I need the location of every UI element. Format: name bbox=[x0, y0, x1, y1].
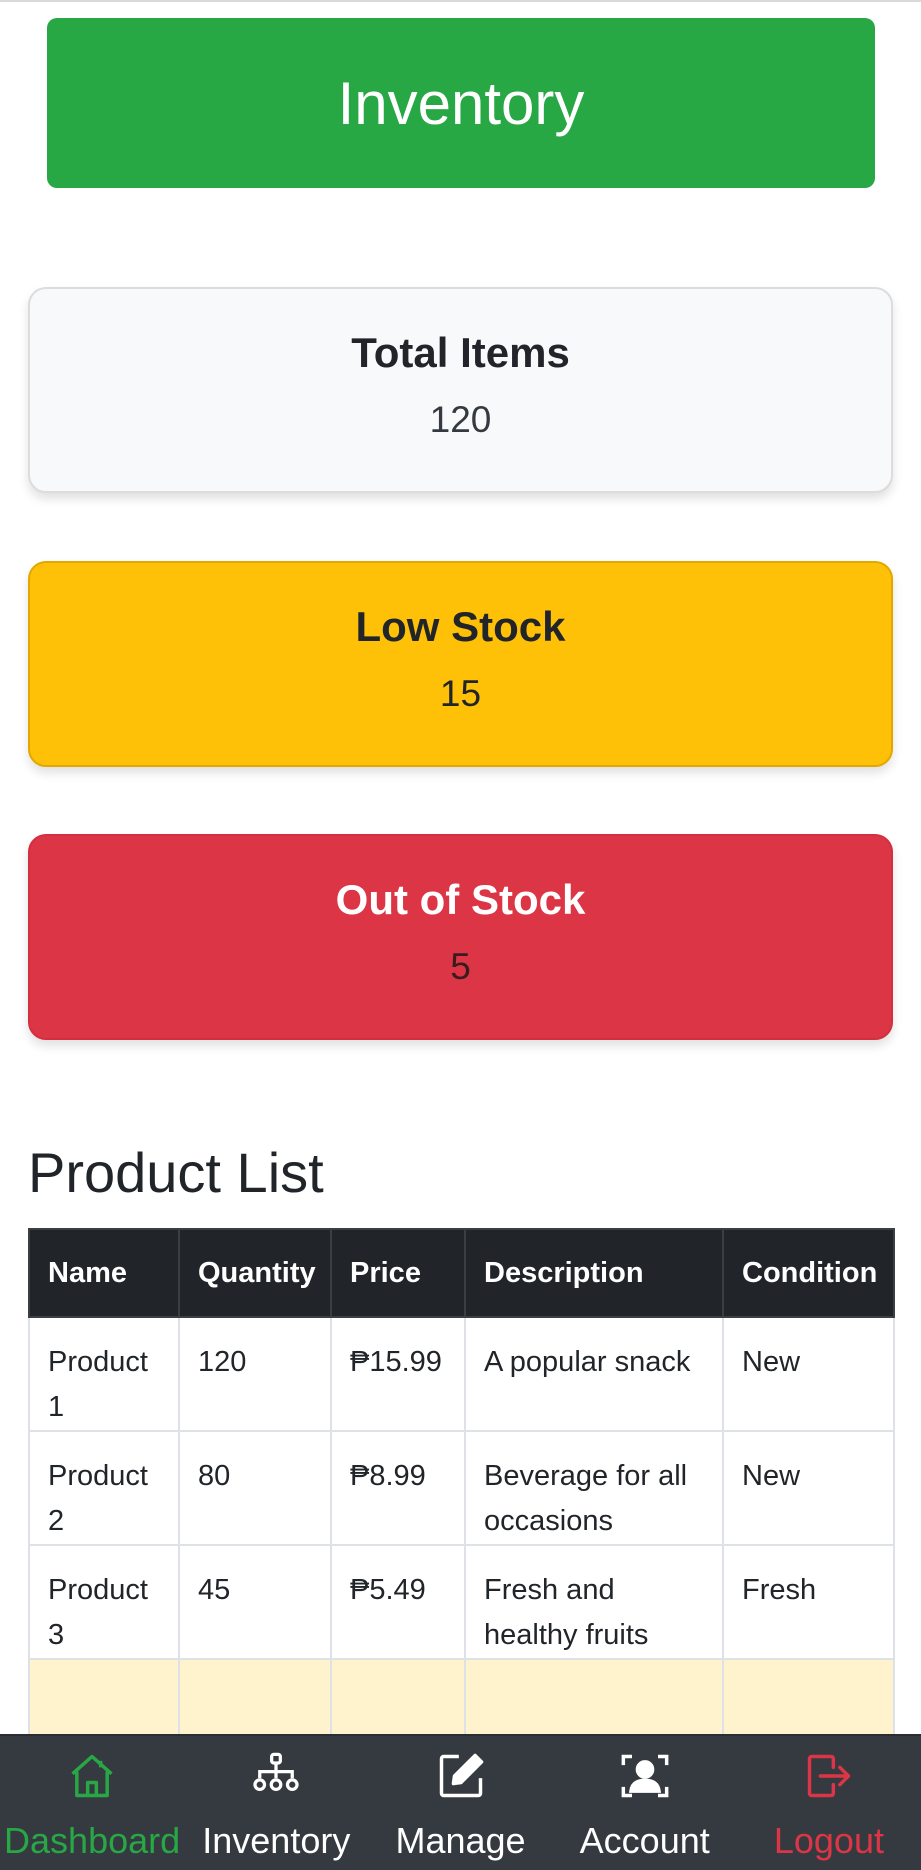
product-condition: New bbox=[722, 1316, 895, 1432]
nav-item-inventory[interactable]: Inventory bbox=[184, 1736, 368, 1870]
product-table: Name Quantity Price Description Conditio… bbox=[28, 1228, 895, 1767]
product-quantity: 120 bbox=[178, 1316, 332, 1432]
table-header-row: Name Quantity Price Description Conditio… bbox=[28, 1228, 895, 1318]
out-of-stock-label: Out of Stock bbox=[335, 876, 586, 923]
nav-label-account: Account bbox=[579, 1820, 710, 1861]
low-stock-label: Low Stock bbox=[355, 603, 566, 650]
column-header-quantity: Quantity bbox=[178, 1228, 332, 1318]
top-border bbox=[0, 0, 921, 2]
edit-icon bbox=[435, 1746, 487, 1806]
column-header-condition: Condition bbox=[722, 1228, 895, 1318]
total-items-label: Total Items bbox=[351, 329, 570, 376]
logout-icon bbox=[803, 1746, 855, 1806]
home-icon bbox=[66, 1746, 118, 1806]
bottom-navigation: Dashboard Inventory Manage Account Logou… bbox=[0, 1734, 921, 1870]
nav-item-dashboard[interactable]: Dashboard bbox=[0, 1736, 184, 1870]
product-price: ₱8.99 bbox=[330, 1430, 466, 1546]
out-of-stock-card: Out of Stock 5 bbox=[28, 834, 893, 1040]
table-row: Product 3 45 ₱5.49 Fresh and healthy fru… bbox=[28, 1544, 895, 1660]
inventory-header-button[interactable]: Inventory bbox=[47, 18, 875, 188]
product-quantity: 80 bbox=[178, 1430, 332, 1546]
product-quantity: 45 bbox=[178, 1544, 332, 1660]
product-condition: New bbox=[722, 1430, 895, 1546]
column-header-name: Name bbox=[28, 1228, 180, 1318]
product-description: Fresh and healthy fruits bbox=[464, 1544, 724, 1660]
sitemap-icon bbox=[250, 1746, 302, 1806]
nav-item-logout[interactable]: Logout bbox=[737, 1736, 921, 1870]
nav-item-account[interactable]: Account bbox=[553, 1736, 737, 1870]
nav-label-inventory: Inventory bbox=[202, 1820, 351, 1861]
product-name: Product 1 bbox=[28, 1316, 180, 1432]
low-stock-value: 15 bbox=[439, 673, 482, 714]
low-stock-card: Low Stock 15 bbox=[28, 561, 893, 767]
product-name: Product 3 bbox=[28, 1544, 180, 1660]
nav-label-manage: Manage bbox=[395, 1820, 526, 1861]
column-header-price: Price bbox=[330, 1228, 466, 1318]
total-items-card: Total Items 120 bbox=[28, 287, 893, 493]
column-header-description: Description bbox=[464, 1228, 724, 1318]
nav-item-manage[interactable]: Manage bbox=[368, 1736, 552, 1870]
product-list-title: Product List bbox=[28, 1141, 324, 1204]
product-description: Beverage for all occasions bbox=[464, 1430, 724, 1546]
product-name: Product 2 bbox=[28, 1430, 180, 1546]
nav-label-logout: Logout bbox=[773, 1820, 884, 1861]
user-icon bbox=[619, 1746, 671, 1806]
product-price: ₱15.99 bbox=[330, 1316, 466, 1432]
product-condition: Fresh bbox=[722, 1544, 895, 1660]
out-of-stock-value: 5 bbox=[450, 946, 471, 987]
nav-label-dashboard: Dashboard bbox=[4, 1820, 181, 1861]
product-description: A popular snack bbox=[464, 1316, 724, 1432]
table-row: Product 2 80 ₱8.99 Beverage for all occa… bbox=[28, 1430, 895, 1546]
table-row: Product 1 120 ₱15.99 A popular snack New bbox=[28, 1316, 895, 1432]
product-price: ₱5.49 bbox=[330, 1544, 466, 1660]
total-items-value: 120 bbox=[429, 399, 492, 440]
